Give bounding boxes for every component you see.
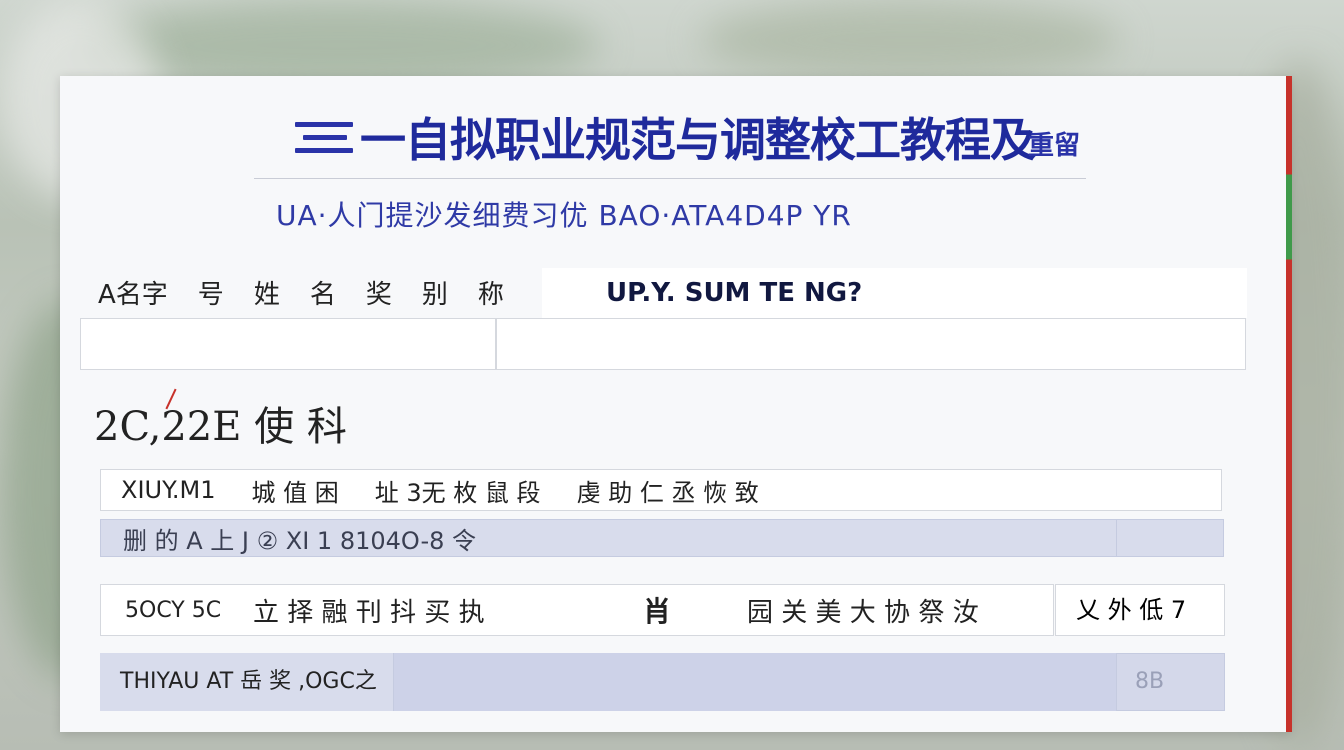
field-labels: A名字 号 姓 名 奖 别 称 — [98, 272, 504, 312]
background-trees-top-right — [700, 0, 1120, 80]
footer-value: 8B — [1116, 653, 1225, 711]
row-cell: 肖 — [643, 595, 672, 628]
row-cell: 址 3无 枚 鼠 段 — [374, 478, 541, 507]
row-cell: 立 择 融 刊 抖 买 执 — [253, 597, 485, 628]
table-row[interactable]: XIUY.M1 城 值 困 址 3无 枚 鼠 段 虔 助 仁 丞 恢 致 — [100, 469, 1222, 511]
field-header: UP.Y. SUM TE NG? — [542, 268, 1247, 318]
field-label: 别 — [421, 279, 448, 310]
row-cell: 虔 助 仁 丞 恢 致 — [576, 478, 759, 507]
field-label: 名 — [309, 279, 336, 310]
row-end-cell[interactable]: 乂 外 低 7 — [1055, 584, 1225, 636]
row-cell: 城 值 困 — [251, 478, 339, 507]
title-divider — [254, 178, 1086, 179]
field-label: 号 — [197, 279, 224, 310]
row-cell: 园 关 美 大 协 祭 汝 — [747, 597, 979, 628]
footer-label: THIYAU AT 岳 奖 ,OGC之 — [100, 653, 394, 711]
footer-input[interactable] — [394, 653, 1116, 711]
section-title: 2C,22E 使 科 — [94, 404, 347, 450]
name-input-left[interactable] — [80, 318, 496, 370]
field-label: A名字 — [98, 279, 168, 310]
field-label: 姓 — [253, 279, 280, 310]
page-subtitle: UA·人门提沙发细费习优 BAO·ATA4D4P YR — [276, 199, 852, 232]
panel-right-edge — [1286, 76, 1292, 732]
page-title: 一自拟职业规范与调整校工教程及 — [360, 113, 1036, 167]
row-code: XIUY.M1 — [121, 476, 216, 504]
table-row[interactable]: 5OCY 5C 立 择 融 刊 抖 买 执 肖 园 关 美 大 协 祭 汝 — [100, 584, 1054, 636]
field-label: 称 — [477, 279, 504, 310]
menu-lines-icon — [295, 122, 353, 162]
table-row-end-cell — [1116, 519, 1224, 557]
field-label: 奖 — [365, 279, 392, 310]
row-code: 5OCY 5C — [125, 597, 222, 623]
table-row-highlight[interactable]: 删 的 A 上 J ② XI 1 8104O-8 令 — [100, 519, 1224, 557]
name-input-right[interactable] — [496, 318, 1246, 370]
title-badge: 重留 — [1028, 131, 1081, 161]
